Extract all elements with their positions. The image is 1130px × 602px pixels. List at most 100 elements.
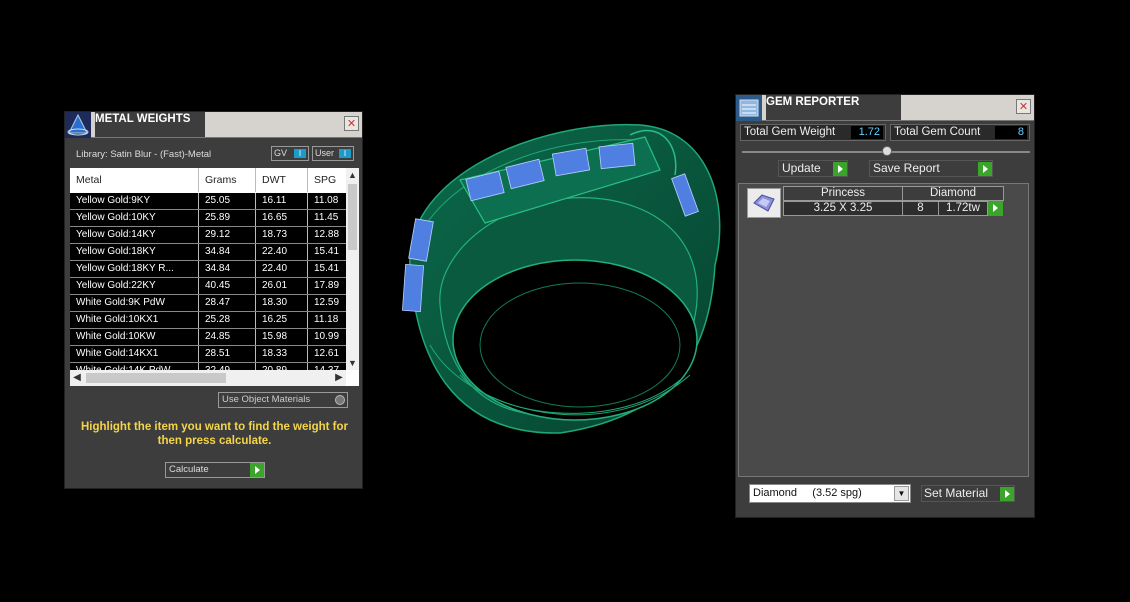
cell-metal: White Gold:10KX1 — [70, 312, 199, 328]
user-toggle-label: User — [315, 148, 335, 158]
play-arrow-icon[interactable] — [833, 162, 847, 176]
use-object-materials-option[interactable]: Use Object Materials — [218, 392, 348, 408]
table-row[interactable]: Yellow Gold:14KY 29.12 18.73 12.88 — [70, 227, 346, 244]
calculate-button[interactable]: Calculate — [165, 462, 265, 478]
cell-spg: 15.41 — [314, 263, 340, 274]
total-gem-count-label: Total Gem Count — [894, 126, 981, 138]
metal-weights-panel: METAL WEIGHTS ✕ Library: Satin Blur - (F… — [64, 111, 363, 489]
table-row[interactable]: Yellow Gold:9KY 25.05 16.11 11.08 — [70, 193, 346, 210]
toggle-indicator-icon: I — [339, 149, 351, 158]
scroll-right-icon[interactable]: ▶ — [332, 370, 346, 386]
gem-material[interactable]: Diamond — [902, 186, 1004, 201]
vertical-scrollbar[interactable]: ▲ ▼ — [346, 168, 359, 370]
user-toggle[interactable]: User I — [312, 146, 354, 161]
cell-dwt: 22.40 — [256, 244, 308, 260]
column-header-grams[interactable]: Grams — [199, 168, 256, 192]
cell-spg: 11.45 — [314, 212, 339, 223]
panel-splitter[interactable] — [742, 146, 1030, 156]
splitter-knob-icon[interactable] — [882, 146, 892, 156]
play-arrow-icon[interactable] — [1000, 487, 1014, 501]
scroll-thumb[interactable] — [86, 373, 226, 383]
cell-spg: 15.41 — [314, 246, 340, 257]
metal-table-header: Metal Grams DWT SPG — [70, 168, 346, 192]
scroll-down-icon[interactable]: ▼ — [346, 356, 359, 370]
use-object-materials-label: Use Object Materials — [222, 394, 311, 405]
gem-cut[interactable]: Princess — [783, 186, 903, 201]
cell-dwt: 16.25 — [256, 312, 308, 328]
save-report-button[interactable]: Save Report — [869, 160, 993, 177]
cell-grams: 29.12 — [199, 227, 256, 243]
library-label: Library: Satin Blur - (Fast)-Metal — [76, 149, 212, 160]
play-arrow-icon[interactable] — [250, 463, 264, 477]
total-gem-weight-label: Total Gem Weight — [744, 126, 836, 138]
gem-reporter-panel: GEM REPORTER ✕ Total Gem Weight 1.72 Tot… — [735, 94, 1035, 518]
gem-reporter-title: GEM REPORTER — [766, 95, 901, 120]
scroll-left-icon[interactable]: ◀ — [70, 370, 84, 386]
close-icon[interactable]: ✕ — [344, 116, 359, 131]
cell-metal: White Gold:14KX1 — [70, 346, 199, 362]
gv-toggle[interactable]: GV I — [271, 146, 309, 161]
chevron-down-icon[interactable]: ▼ — [894, 486, 909, 501]
total-gem-count-value: 8 — [995, 126, 1027, 139]
metal-weights-app-icon — [65, 112, 91, 138]
cell-metal: Yellow Gold:22KY — [70, 278, 199, 294]
gem-reporter-titlebar[interactable]: GEM REPORTER ✕ — [736, 95, 1034, 121]
cell-grams: 28.47 — [199, 295, 256, 311]
gem-size[interactable]: 3.25 X 3.25 — [783, 201, 903, 216]
toggle-indicator-icon: I — [294, 149, 306, 158]
cell-dwt: 15.98 — [256, 329, 308, 345]
cell-grams: 34.84 — [199, 244, 256, 260]
cell-metal: Yellow Gold:18KY R... — [70, 261, 199, 277]
metal-weights-title: METAL WEIGHTS — [95, 112, 205, 137]
update-button[interactable]: Update — [778, 160, 848, 177]
cell-grams: 25.05 — [199, 193, 256, 209]
gem-count[interactable]: 8 — [902, 201, 939, 216]
table-row[interactable]: Yellow Gold:18KY 34.84 22.40 15.41 — [70, 244, 346, 261]
metal-weights-titlebar[interactable]: METAL WEIGHTS ✕ — [65, 112, 362, 138]
radio-icon[interactable] — [335, 395, 345, 405]
save-report-label: Save Report — [873, 161, 940, 175]
cell-spg: 12.61 — [314, 348, 340, 359]
gv-toggle-label: GV — [274, 148, 288, 158]
cell-dwt: 22.40 — [256, 261, 308, 277]
cell-grams: 24.85 — [199, 329, 256, 345]
cell-grams: 25.89 — [199, 210, 256, 226]
close-icon[interactable]: ✕ — [1016, 99, 1031, 114]
column-header-spg[interactable]: SPG — [308, 168, 348, 192]
table-row[interactable]: White Gold:10KW 24.85 15.98 10.99 — [70, 329, 346, 346]
cell-dwt: 18.30 — [256, 295, 308, 311]
play-arrow-icon[interactable] — [978, 162, 992, 176]
table-row[interactable]: Yellow Gold:18KY R... 34.84 22.40 15.41 — [70, 261, 346, 278]
gem-thumbnail-icon[interactable] — [747, 188, 781, 218]
cell-spg: 10.99 — [314, 331, 340, 342]
cell-grams: 40.45 — [199, 278, 256, 294]
table-row[interactable]: Yellow Gold:22KY 40.45 26.01 17.89 — [70, 278, 346, 295]
cell-dwt: 16.65 — [256, 210, 308, 226]
material-select-value: Diamond (3.52 spg) — [753, 487, 862, 499]
ring-3d-viewport[interactable] — [390, 115, 730, 440]
cell-dwt: 26.01 — [256, 278, 308, 294]
material-select[interactable]: Diamond (3.52 spg) ▼ — [749, 484, 911, 503]
calculate-label: Calculate — [169, 464, 209, 475]
ring-model-icon — [401, 123, 721, 434]
cell-grams: 34.84 — [199, 261, 256, 277]
gem-list: Princess Diamond 3.25 X 3.25 8 1.72tw — [738, 183, 1029, 477]
set-material-button[interactable]: Set Material — [921, 485, 1015, 502]
horizontal-scrollbar[interactable]: ◀ ▶ — [70, 370, 346, 386]
cell-metal: Yellow Gold:14KY — [70, 227, 199, 243]
scroll-up-icon[interactable]: ▲ — [346, 168, 359, 182]
cell-spg: 12.88 — [314, 229, 340, 240]
metal-table-body: Yellow Gold:9KY 25.05 16.11 11.08 Yellow Gol… — [70, 193, 346, 380]
table-row[interactable]: White Gold:9K PdW 28.47 18.30 12.59 — [70, 295, 346, 312]
table-row[interactable]: Yellow Gold:10KY 25.89 16.65 11.45 — [70, 210, 346, 227]
column-header-dwt[interactable]: DWT — [256, 168, 308, 192]
cell-metal: Yellow Gold:10KY — [70, 210, 199, 226]
gem-weight[interactable]: 1.72tw — [938, 201, 988, 216]
cell-grams: 28.51 — [199, 346, 256, 362]
column-header-metal[interactable]: Metal — [70, 168, 199, 192]
scroll-thumb[interactable] — [348, 184, 357, 250]
table-row[interactable]: White Gold:14KX1 28.51 18.33 12.61 — [70, 346, 346, 363]
play-arrow-icon[interactable] — [988, 201, 1003, 216]
table-row[interactable]: White Gold:10KX1 25.28 16.25 11.18 — [70, 312, 346, 329]
total-gem-count: Total Gem Count 8 — [890, 124, 1030, 141]
